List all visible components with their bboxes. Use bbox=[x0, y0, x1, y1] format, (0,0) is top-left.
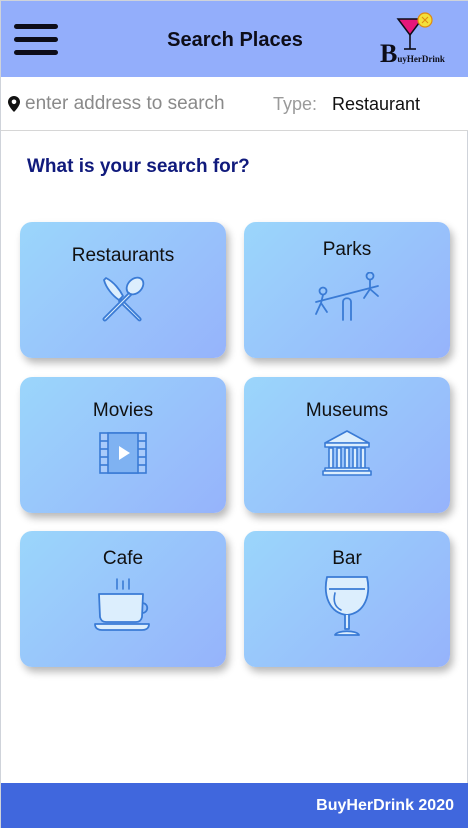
coffee-cup-icon bbox=[94, 578, 150, 631]
address-search-input[interactable] bbox=[25, 90, 255, 118]
category-card-movies[interactable]: Movies bbox=[20, 377, 226, 513]
logo-wordmark: BuyHerDrink bbox=[380, 39, 445, 68]
category-card-museums[interactable]: Museums bbox=[244, 377, 450, 513]
search-bar: Type: Restaurant bbox=[1, 77, 468, 131]
type-select[interactable]: Restaurant bbox=[332, 94, 420, 115]
footer-text: BuyHerDrink 2020 bbox=[316, 797, 454, 814]
category-label: Movies bbox=[92, 400, 154, 421]
category-label: Museums bbox=[305, 400, 389, 421]
search-question: What is your search for? bbox=[27, 156, 250, 177]
film-icon bbox=[99, 432, 147, 474]
wine-glass-icon bbox=[325, 576, 369, 636]
brand-logo: BuyHerDrink bbox=[378, 11, 460, 68]
header-bar: Search Places BuyHerDrink bbox=[1, 1, 468, 77]
fork-knife-icon bbox=[102, 276, 145, 322]
type-label: Type: bbox=[273, 94, 318, 114]
seesaw-icon bbox=[315, 272, 379, 321]
category-label: Restaurants bbox=[71, 245, 175, 266]
category-card-parks[interactable]: Parks bbox=[244, 222, 450, 358]
museum-icon bbox=[322, 430, 372, 476]
category-label: Cafe bbox=[102, 548, 144, 569]
category-card-restaurants[interactable]: Restaurants bbox=[20, 222, 226, 358]
category-card-bar[interactable]: Bar bbox=[244, 531, 450, 667]
category-label: Bar bbox=[332, 548, 362, 569]
category-card-cafe[interactable]: Cafe bbox=[20, 531, 226, 667]
app-frame: Search Places BuyHerDrink Type: Restaura… bbox=[0, 0, 468, 828]
location-pin-icon bbox=[8, 96, 20, 112]
category-label: Parks bbox=[322, 239, 372, 260]
footer-bar: BuyHerDrink 2020 bbox=[1, 783, 468, 828]
